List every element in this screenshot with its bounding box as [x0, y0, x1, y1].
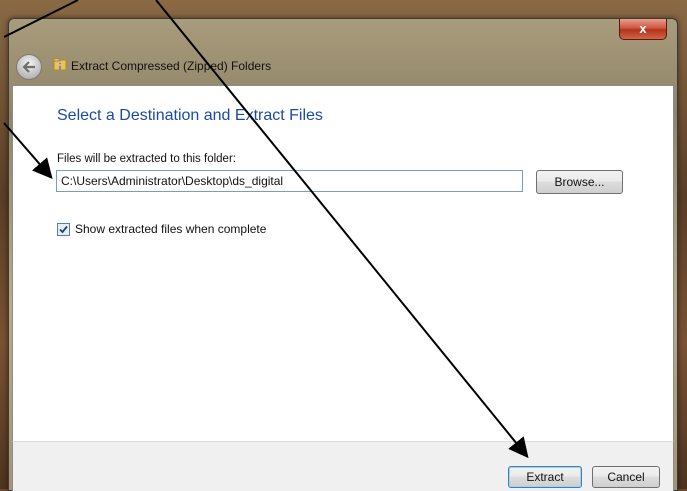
- extract-button[interactable]: Extract: [508, 466, 582, 488]
- dialog-content: Select a Destination and Extract Files F…: [12, 85, 674, 442]
- window-title: Extract Compressed (Zipped) Folders: [71, 59, 272, 73]
- back-button[interactable]: [16, 54, 42, 80]
- back-arrow-icon: [22, 61, 35, 73]
- browse-button[interactable]: Browse...: [536, 170, 623, 194]
- checkmark-icon: [59, 225, 68, 233]
- show-files-option[interactable]: Show extracted files when complete: [57, 222, 266, 236]
- page-heading: Select a Destination and Extract Files: [57, 107, 323, 124]
- close-icon: x: [639, 21, 647, 36]
- show-files-checkbox[interactable]: [57, 222, 70, 236]
- destination-label: Files will be extracted to this folder:: [57, 153, 236, 165]
- destination-path-input[interactable]: [56, 170, 523, 192]
- cancel-button[interactable]: Cancel: [592, 466, 660, 488]
- zip-folder-icon: [53, 58, 67, 71]
- show-files-label: Show extracted files when complete: [75, 222, 267, 236]
- extract-dialog-window: x Extract Compressed (Zipped) Folders Se…: [8, 18, 678, 491]
- dialog-footer: Extract Cancel: [12, 441, 674, 491]
- close-button[interactable]: x: [619, 19, 667, 40]
